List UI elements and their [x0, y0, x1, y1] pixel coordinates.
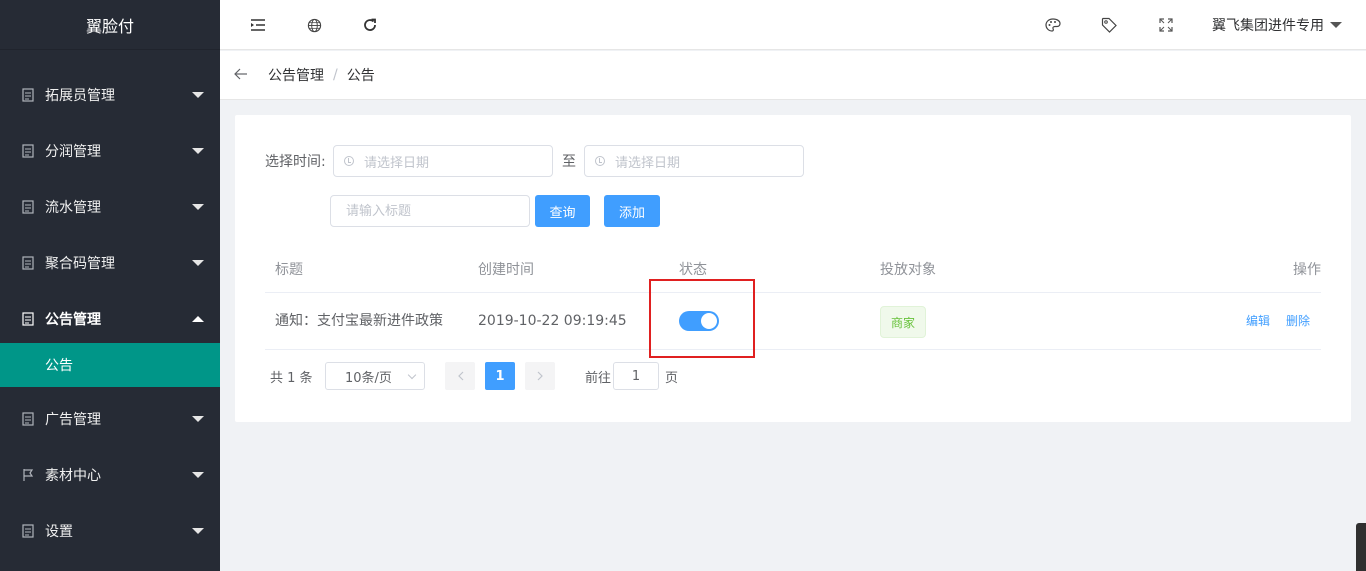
sidebar-item-label: 设置 [45, 524, 73, 540]
end-date-placeholder: 请选择日期 [615, 155, 681, 171]
sidebar-item-flow[interactable]: 流水管理 [0, 179, 220, 235]
globe-icon[interactable] [304, 15, 324, 35]
palette-icon[interactable] [1043, 15, 1063, 35]
top-header: 翼飞集团进件专用 [220, 0, 1366, 50]
column-header-status: 状态 [679, 262, 707, 278]
delete-link[interactable]: 删除 [1286, 293, 1310, 350]
caret-down-icon [192, 528, 204, 534]
refresh-icon[interactable] [360, 15, 380, 35]
doc-icon [20, 412, 36, 426]
sidebar-item-label: 分润管理 [45, 144, 101, 160]
breadcrumb-separator: / [333, 67, 338, 83]
sidebar-item-label: 素材中心 [45, 468, 101, 484]
breadcrumb: 公告管理 / 公告 [220, 51, 1366, 100]
doc-icon [20, 256, 36, 270]
start-date-picker[interactable]: 请选择日期 [333, 145, 553, 177]
scroll-widget[interactable] [1356, 523, 1366, 571]
add-button[interactable]: 添加 [604, 195, 660, 227]
pagination-total: 共 1 条 [270, 370, 313, 386]
arrow-left-icon[interactable] [234, 66, 248, 84]
end-date-picker[interactable]: 请选择日期 [584, 145, 804, 177]
goto-label: 前往 [585, 370, 612, 386]
sidebar-item-label: 拓展员管理 [45, 88, 115, 104]
tag-icon[interactable] [1099, 15, 1119, 35]
breadcrumb-item-notice-mgmt[interactable]: 公告管理 [268, 65, 324, 85]
sidebar-item-label: 流水管理 [45, 200, 101, 216]
table-header: 标题 创建时间 状态 投放对象 操作 [265, 248, 1321, 293]
date-range-separator: 至 [562, 154, 576, 170]
start-date-placeholder: 请选择日期 [364, 155, 430, 171]
page-size-value: 10条/页 [345, 370, 392, 386]
caret-down-icon [192, 416, 204, 422]
sidebar-menu: 拓展员管理 分润管理 流水管理 聚合码管理 公告管理 公告 广告管理 素材中心 … [0, 67, 220, 559]
caret-down-icon [192, 148, 204, 154]
sidebar-item-ads[interactable]: 广告管理 [0, 391, 220, 447]
goto-page-input[interactable] [613, 362, 659, 390]
caret-down-icon [192, 260, 204, 266]
target-tag: 商家 [880, 306, 926, 338]
doc-icon [20, 200, 36, 214]
sidebar-item-notice-mgmt[interactable]: 公告管理 [0, 291, 220, 347]
sidebar: 翼脸付 拓展员管理 分润管理 流水管理 聚合码管理 公告管理 公告 广告管理 素… [0, 0, 220, 571]
content-card: 选择时间: 请选择日期 至 请选择日期 查询 添加 标题 创建时间 状态 投放对… [235, 115, 1351, 422]
breadcrumb-item-notice: 公告 [346, 68, 375, 84]
query-button[interactable]: 查询 [535, 195, 590, 227]
doc-icon [20, 88, 36, 102]
brand-title: 翼脸付 [0, 0, 220, 50]
caret-down-icon [192, 204, 204, 210]
page-number-button[interactable]: 1 [485, 362, 515, 390]
chevron-down-icon [407, 370, 417, 380]
table-row: 通知：支付宝最新进件政策 2019-10-22 09:19:45 商家 编辑 删… [265, 293, 1321, 350]
doc-icon [20, 312, 36, 326]
status-toggle[interactable] [679, 311, 719, 331]
user-name: 翼飞集团进件专用 [1212, 18, 1324, 34]
sidebar-item-settings[interactable]: 设置 [0, 503, 220, 559]
title-search-input[interactable] [330, 195, 530, 227]
sidebar-item-label: 广告管理 [45, 412, 101, 428]
sidebar-item-label: 公告管理 [45, 312, 101, 328]
chevron-left-icon [457, 371, 463, 381]
caret-down-icon [1330, 22, 1342, 28]
chevron-right-icon [537, 371, 543, 381]
sidebar-subitem-label: 公告 [45, 358, 73, 374]
next-page-button[interactable] [525, 362, 555, 390]
clock-icon [344, 156, 354, 166]
menu-fold-icon[interactable] [248, 15, 268, 35]
doc-icon [20, 144, 36, 158]
cell-title: 通知：支付宝最新进件政策 [275, 313, 443, 329]
column-header-actions: 操作 [1293, 262, 1321, 278]
sidebar-item-aggregate-code[interactable]: 聚合码管理 [0, 235, 220, 291]
user-dropdown[interactable]: 翼飞集团进件专用 [1212, 15, 1342, 35]
prev-page-button[interactable] [445, 362, 475, 390]
toggle-knob [701, 313, 717, 329]
column-header-created: 创建时间 [478, 262, 534, 278]
caret-down-icon [192, 472, 204, 478]
edit-link[interactable]: 编辑 [1246, 293, 1270, 350]
sidebar-item-profit[interactable]: 分润管理 [0, 123, 220, 179]
sidebar-item-materials[interactable]: 素材中心 [0, 447, 220, 503]
flag-icon [20, 468, 36, 482]
doc-icon [20, 524, 36, 538]
time-filter-label: 选择时间: [265, 154, 326, 170]
caret-down-icon [192, 92, 204, 98]
sidebar-item-promoter[interactable]: 拓展员管理 [0, 67, 220, 123]
sidebar-item-label: 聚合码管理 [45, 256, 115, 272]
sidebar-subitem-notice[interactable]: 公告 [0, 343, 220, 387]
fullscreen-icon[interactable] [1156, 15, 1176, 35]
page-suffix: 页 [665, 370, 679, 386]
clock-icon [595, 156, 605, 166]
column-header-title: 标题 [275, 262, 303, 278]
page-size-select[interactable]: 10条/页 [325, 362, 425, 390]
cell-created-time: 2019-10-22 09:19:45 [478, 313, 627, 329]
column-header-target: 投放对象 [880, 262, 936, 278]
caret-up-icon [192, 316, 204, 322]
